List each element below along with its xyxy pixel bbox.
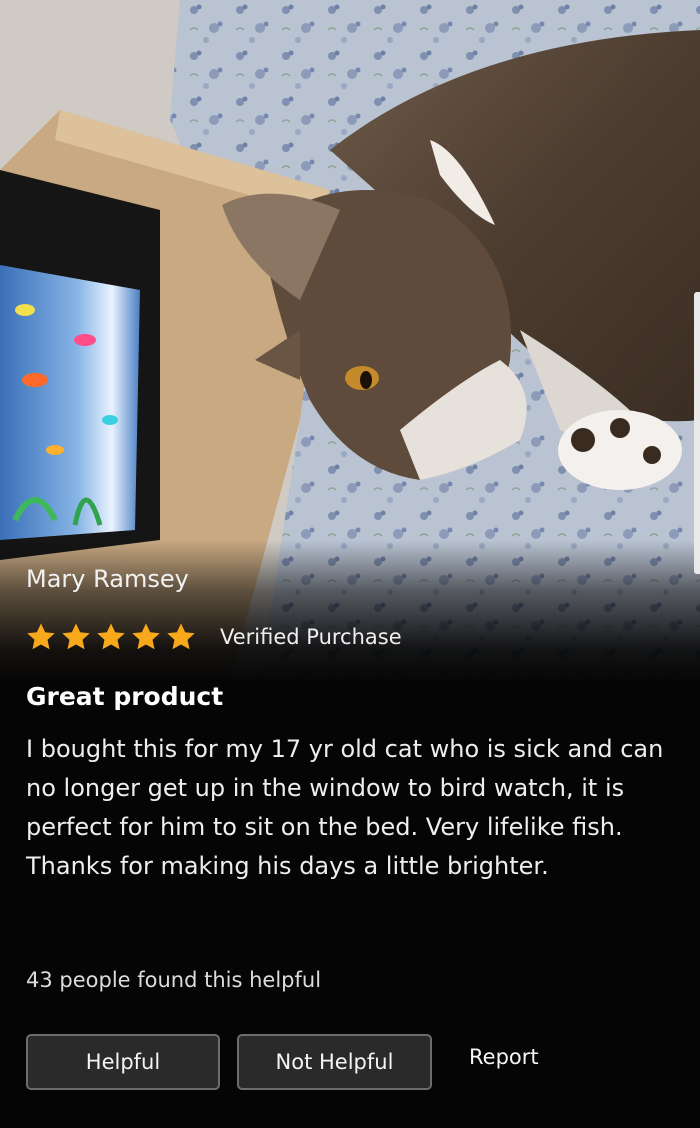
star-icon xyxy=(27,623,55,650)
helpful-button[interactable]: Helpful xyxy=(26,1034,220,1090)
rating-row: Verified Purchase xyxy=(24,620,402,654)
star-rating xyxy=(24,621,198,653)
review-body: I bought this for my 17 yr old cat who i… xyxy=(26,735,664,880)
star-icon xyxy=(62,623,90,650)
reviewer-name[interactable]: Mary Ramsey xyxy=(26,565,189,593)
image-scroll-indicator[interactable] xyxy=(694,292,700,574)
star-icon xyxy=(97,623,125,650)
review-title: Great product xyxy=(26,682,224,711)
verified-purchase-badge: Verified Purchase xyxy=(220,625,402,649)
not-helpful-button[interactable]: Not Helpful xyxy=(237,1034,432,1090)
star-icon xyxy=(132,623,160,650)
star-icon xyxy=(167,623,195,650)
helpful-count: 43 people found this helpful xyxy=(26,968,322,992)
report-link[interactable]: Report xyxy=(469,1045,539,1069)
